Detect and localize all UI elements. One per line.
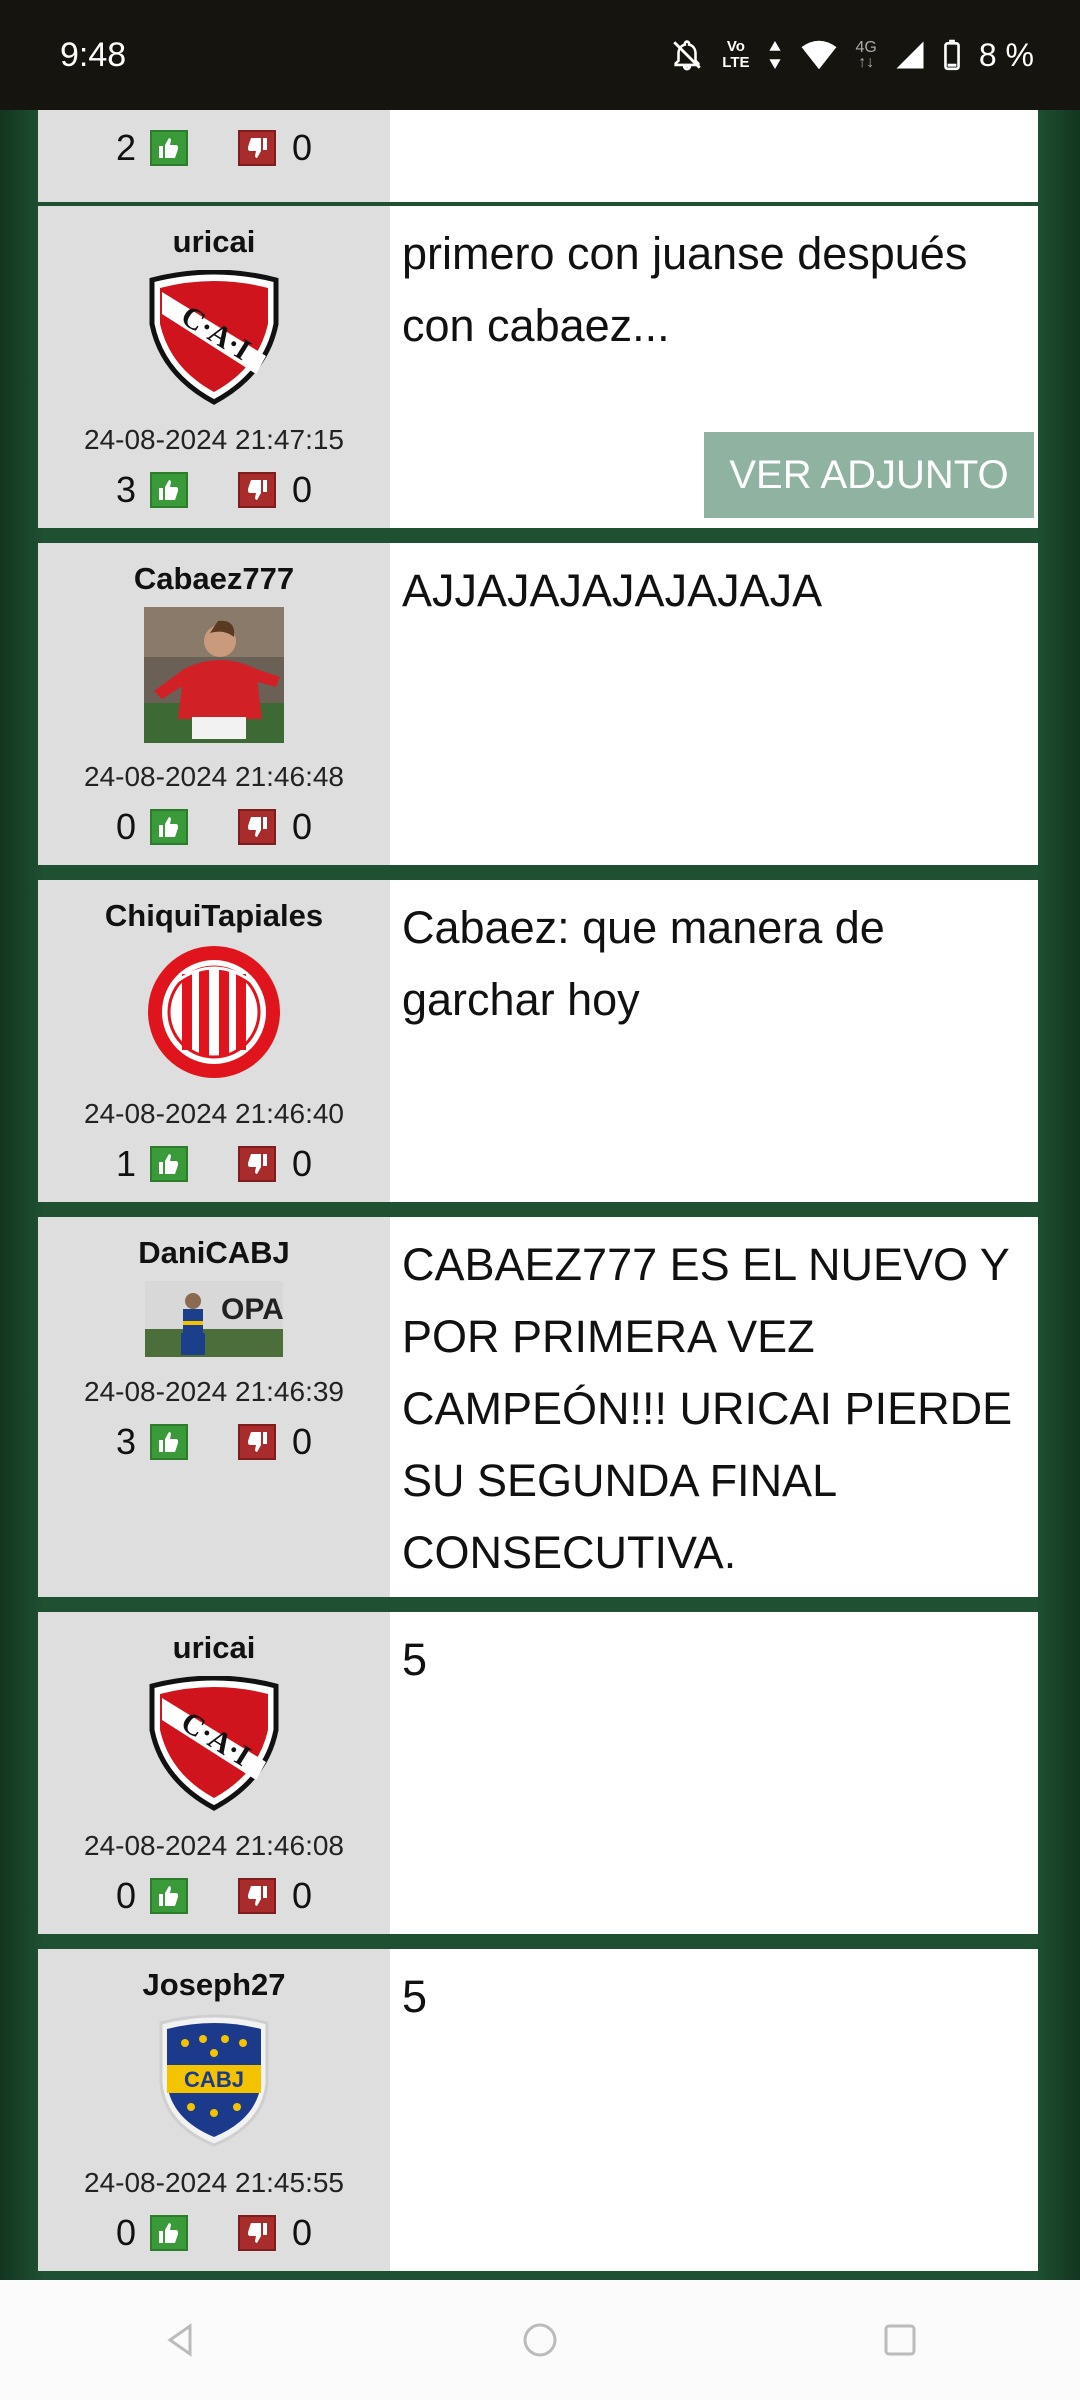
vote-row: 0 0 xyxy=(38,1874,390,1918)
thumbs-up-icon[interactable] xyxy=(150,1878,188,1914)
post-timestamp: 24-08-2024 21:46:40 xyxy=(84,1098,344,1129)
post-username[interactable]: uricai xyxy=(173,1630,256,1670)
system-nav-bar xyxy=(0,2280,1080,2400)
thumbs-down-icon[interactable] xyxy=(238,1878,276,1914)
vote-row: 1 0 xyxy=(38,1142,390,1186)
forum-post: 2 0 xyxy=(38,110,1038,202)
thumbs-down-icon[interactable] xyxy=(238,2215,276,2251)
forum-post: DaniCABJ OPA T 24-08-2024 21:46:39 3 0 C… xyxy=(38,1217,1038,1597)
post-message: CABAEZ777 ES EL NUEVO Y POR PRIMERA VEZ … xyxy=(402,1239,1013,1578)
status-icons: Vo LTE 4G ↑↓ 8 % xyxy=(670,37,1034,74)
thumbs-down-icon[interactable] xyxy=(238,130,276,166)
post-message: Cabaez: que manera de garchar hoy xyxy=(402,902,885,1025)
post-author-panel: Cabaez777 24-08-2024 21:46:48 0 0 xyxy=(38,543,390,865)
battery-icon xyxy=(944,39,960,71)
post-timestamp: 24-08-2024 21:47:15 xyxy=(84,424,344,455)
svg-text:OPA T: OPA T xyxy=(221,1293,283,1326)
recents-icon[interactable] xyxy=(880,2320,920,2360)
post-timestamp: 24-08-2024 21:46:08 xyxy=(84,1830,344,1861)
signal-icon xyxy=(896,41,924,69)
post-author-panel: uricai C·A·I 24-08-2024 21:47:15 3 0 xyxy=(38,206,390,528)
post-author-panel: DaniCABJ OPA T 24-08-2024 21:46:39 3 0 xyxy=(38,1217,390,1597)
post-message-panel: AJJAJAJAJAJAJAJA xyxy=(390,543,1038,865)
vote-row: 3 0 xyxy=(38,1420,390,1464)
forum-thread[interactable]: 2 0 uricai C·A·I 24-08-2024 21:47:15 3 0… xyxy=(0,110,1080,2280)
vote-row: 0 0 xyxy=(38,2211,390,2255)
dislike-count: 0 xyxy=(292,806,313,847)
forum-post: ChiquiTapiales 24-08-2024 21:46:40 1 0 C… xyxy=(38,880,1038,1202)
vote-row: 0 0 xyxy=(38,805,390,849)
forum-post: Cabaez777 24-08-2024 21:46:48 0 0 AJJAJA… xyxy=(38,543,1038,865)
post-username[interactable]: DaniCABJ xyxy=(138,1235,290,1275)
dislike-count: 0 xyxy=(292,1143,313,1184)
thumbs-down-icon[interactable] xyxy=(238,1146,276,1182)
post-author-panel: 2 0 xyxy=(38,110,390,202)
post-message-panel: Cabaez: que manera de garchar hoy xyxy=(390,880,1038,1202)
post-message: primero con juanse después con cabaez... xyxy=(402,228,968,351)
thumbs-up-icon[interactable] xyxy=(150,2215,188,2251)
post-message-panel: 5 xyxy=(390,1612,1038,1934)
copa-photo: OPA T xyxy=(145,1281,283,1357)
like-count: 2 xyxy=(115,127,136,168)
post-timestamp: 24-08-2024 21:45:55 xyxy=(84,2167,344,2198)
thumbs-up-icon[interactable] xyxy=(150,472,188,508)
post-message-panel: 5 xyxy=(390,1949,1038,2271)
post-author-panel: ChiquiTapiales 24-08-2024 21:46:40 1 0 xyxy=(38,880,390,1202)
forum-post: uricai C·A·I 24-08-2024 21:47:15 3 0 pri… xyxy=(38,206,1038,528)
back-icon[interactable] xyxy=(160,2320,200,2360)
dislike-count: 0 xyxy=(292,469,313,510)
dislike-count: 0 xyxy=(292,1875,313,1916)
data-arrows-icon xyxy=(768,41,781,69)
network-type: 4G ↑↓ xyxy=(855,39,877,71)
svg-text:CABJ: CABJ xyxy=(184,2067,244,2092)
status-time: 9:48 xyxy=(60,35,127,74)
post-message-panel: CABAEZ777 ES EL NUEVO Y POR PRIMERA VEZ … xyxy=(390,1217,1038,1597)
thumbs-down-icon[interactable] xyxy=(238,809,276,845)
thumbs-down-icon[interactable] xyxy=(238,1424,276,1460)
barracas-central-crest-icon xyxy=(146,944,282,1080)
dislike-count: 0 xyxy=(292,127,313,168)
post-username[interactable]: uricai xyxy=(173,224,256,264)
cabj-crest-icon: CABJ xyxy=(155,2013,273,2149)
post-message: 5 xyxy=(402,1971,428,2022)
status-bar: 9:48 Vo LTE 4G ↑↓ 8 % xyxy=(0,0,1080,110)
like-count: 3 xyxy=(115,1421,136,1462)
thumbs-down-icon[interactable] xyxy=(238,472,276,508)
post-message-panel: primero con juanse después con cabaez...… xyxy=(390,206,1038,528)
like-count: 0 xyxy=(115,806,136,847)
bell-off-icon xyxy=(673,40,702,71)
forum-post: uricai C·A·I 24-08-2024 21:46:08 0 0 5 xyxy=(38,1612,1038,1934)
view-attachment-button[interactable]: VER ADJUNTO xyxy=(704,432,1034,518)
post-username[interactable]: ChiquiTapiales xyxy=(105,898,323,938)
cai-shield-icon: C·A·I xyxy=(148,270,280,406)
thumbs-up-icon[interactable] xyxy=(150,1424,188,1460)
player-photo xyxy=(144,607,284,743)
dislike-count: 0 xyxy=(292,1421,313,1462)
post-timestamp: 24-08-2024 21:46:39 xyxy=(84,1376,344,1407)
post-message: AJJAJAJAJAJAJAJA xyxy=(402,565,823,616)
like-count: 0 xyxy=(115,2212,136,2253)
wifi-icon xyxy=(801,40,836,70)
vote-row: 3 0 xyxy=(38,468,390,512)
cai-shield-icon: C·A·I xyxy=(148,1676,280,1812)
post-author-panel: Joseph27 CABJ 24-08-2024 21:45:55 0 0 xyxy=(38,1949,390,2271)
forum-post: Joseph27 CABJ 24-08-2024 21:45:55 0 0 5 xyxy=(38,1949,1038,2271)
thumbs-up-icon[interactable] xyxy=(150,130,188,166)
thumbs-up-icon[interactable] xyxy=(150,1146,188,1182)
like-count: 3 xyxy=(115,469,136,510)
post-message: 5 xyxy=(402,1634,428,1685)
post-author-panel: uricai C·A·I 24-08-2024 21:46:08 0 0 xyxy=(38,1612,390,1934)
post-username[interactable]: Cabaez777 xyxy=(134,561,294,601)
post-username[interactable]: Joseph27 xyxy=(142,1967,285,2007)
vote-row: 2 0 xyxy=(38,126,390,170)
thumbs-up-icon[interactable] xyxy=(150,809,188,845)
post-message-panel xyxy=(390,110,1038,202)
volte-indicator: Vo LTE xyxy=(722,38,750,71)
post-timestamp: 24-08-2024 21:46:48 xyxy=(84,761,344,792)
home-icon[interactable] xyxy=(520,2320,560,2360)
dislike-count: 0 xyxy=(292,2212,313,2253)
battery-percent: 8 % xyxy=(978,36,1034,73)
like-count: 0 xyxy=(115,1875,136,1916)
like-count: 1 xyxy=(115,1143,136,1184)
